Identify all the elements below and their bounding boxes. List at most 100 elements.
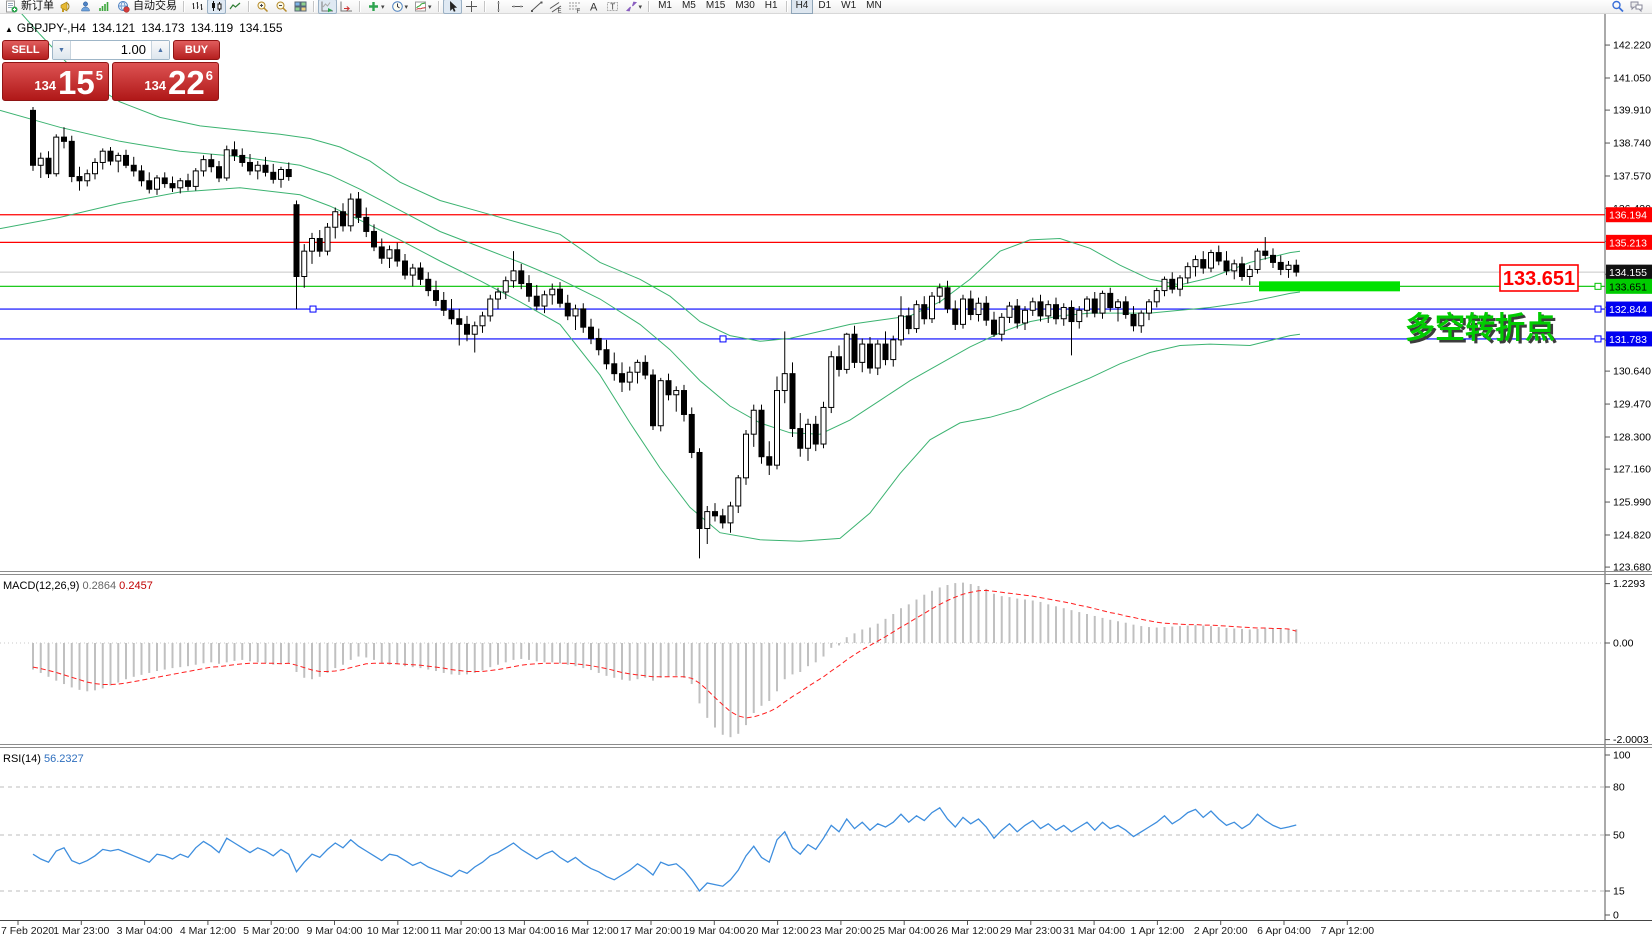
macd-histogram-bar [1086,614,1088,643]
auto-scroll-button[interactable] [318,0,337,14]
trendline-button[interactable] [527,0,546,14]
price-annotation-text[interactable]: 133.651 [1503,268,1575,290]
hline-button[interactable] [508,0,527,14]
macd-histogram-bar [730,643,732,737]
ohlc-open: 134.121 [92,21,135,35]
bullish-candle [775,391,780,466]
bullish-candle [1232,264,1237,271]
buy-button[interactable]: BUY [173,40,220,60]
time-tick-label: 23 Mar 20:00 [810,925,872,937]
buy-price-display[interactable]: 134 22 6 [112,62,219,101]
volume-stepper[interactable]: ▼ 1.00 ▲ [52,40,170,60]
zoom-in-button[interactable] [253,0,272,14]
macd-histogram-bar [489,643,491,667]
bearish-candle [1038,302,1043,316]
macd-panel-plot-area[interactable] [0,575,1605,743]
volume-decrease-button[interactable]: ▼ [53,41,71,59]
bullish-candle [488,299,493,316]
fibonacci-button[interactable]: F [565,0,584,14]
volume-increase-button[interactable]: ▲ [151,41,169,59]
dropdown-arrow-icon[interactable]: ▾ [405,3,409,11]
line-handle[interactable] [1595,336,1601,342]
collapse-arrow-icon[interactable]: ▲ [5,25,13,34]
line-handle[interactable] [1595,283,1601,289]
bearish-candle [620,374,625,382]
bullish-candle [542,295,547,306]
indicators-button[interactable]: ▾ [364,0,388,14]
zoom-out-button[interactable] [272,0,291,14]
chat-button[interactable] [1627,0,1646,14]
bearish-candle [534,296,539,306]
bearish-candle [852,334,857,362]
cursor-button[interactable] [443,0,462,14]
search-button[interactable] [1608,0,1627,14]
signal-button[interactable] [95,0,114,14]
chart-shift-button[interactable] [337,0,356,14]
crosshair-button[interactable] [462,0,481,14]
bullish-candle [85,174,90,181]
new-order-button[interactable]: 新订单 [2,0,57,14]
timeframe-m1-button[interactable]: M1 [653,0,677,14]
vline-button[interactable] [489,0,508,14]
bullish-candle [875,344,880,368]
bullish-candle [100,151,105,162]
price-axis[interactable]: 142.220141.050139.910138.740137.570136.4… [1605,14,1652,922]
support-line-1-tag-label: 132.844 [1609,304,1647,316]
label-t-button[interactable]: T [603,0,622,14]
megaphone-button[interactable] [57,0,76,14]
bullish-candle [627,372,632,382]
accounts-button[interactable] [76,0,95,14]
templates-button[interactable]: ▾ [411,0,435,14]
chart-canvas[interactable]: 133.651多空转折点多空转折点MACD(12,26,9) 0.2864 0.… [0,0,1652,938]
chart-bars-button[interactable] [188,0,207,14]
dropdown-arrow-icon[interactable]: ▾ [381,3,385,11]
macd-histogram-bar [63,643,65,684]
bullish-candle [38,158,43,165]
time-axis[interactable]: 7 Feb 20201 Mar 23:003 Mar 04:004 Mar 12… [1,921,1374,937]
channel-button[interactable]: E [546,0,565,14]
volume-value[interactable]: 1.00 [71,41,151,59]
timeframe-h1-button[interactable]: H1 [760,0,783,14]
chart-line-icon [229,0,242,13]
timeframe-w1-button[interactable]: W1 [836,0,861,14]
bearish-candle [697,452,702,528]
chart-line-button[interactable] [226,0,245,14]
macd-histogram-bar [916,600,918,643]
support-zone-rect[interactable] [1259,281,1400,291]
bearish-candle [1224,261,1229,271]
timeframe-mn-button[interactable]: MN [861,0,887,14]
turning-point-label[interactable]: 多空转折点 [1405,312,1555,345]
line-handle[interactable] [1595,306,1601,312]
macd-histogram-bar [807,643,809,666]
line-handle[interactable] [310,306,316,312]
macd-histogram-bar [978,586,980,643]
macd-histogram-bar [900,608,902,643]
macd-histogram-bar [1241,629,1243,643]
timeframe-m30-button[interactable]: M30 [730,0,759,14]
macd-histogram-bar [761,643,763,706]
rsi-panel-plot-area[interactable] [0,748,1605,919]
text-a-icon: A [587,0,600,13]
timeframe-d1-button[interactable]: D1 [813,0,836,14]
dropdown-arrow-icon[interactable]: ▾ [639,3,643,11]
sell-price-display[interactable]: 134 15 5 [2,62,109,101]
periods-button[interactable]: ▾ [388,0,412,14]
shapes-button[interactable]: ▾ [622,0,646,14]
new-order-label: 新订单 [21,0,54,13]
text-a-button[interactable]: A [584,0,603,14]
sell-button[interactable]: SELL [2,40,49,60]
timeframe-m5-button[interactable]: M5 [677,0,701,14]
macd-histogram-bar [86,643,88,691]
timeframe-h4-button[interactable]: H4 [791,0,814,14]
chart-candles-button[interactable] [207,0,226,14]
timeframe-m15-button[interactable]: M15 [701,0,730,14]
autotrading-button[interactable]: 自动交易 [114,0,180,14]
vline-icon [492,0,505,13]
line-handle[interactable] [720,336,726,342]
dropdown-arrow-icon[interactable]: ▾ [428,3,432,11]
main-chart-plot-area[interactable] [0,14,1605,571]
tile-windows-button[interactable] [291,0,310,14]
price-tick-label: 138.740 [1613,138,1651,150]
templates-icon [414,0,427,13]
macd-histogram-bar [265,643,267,663]
